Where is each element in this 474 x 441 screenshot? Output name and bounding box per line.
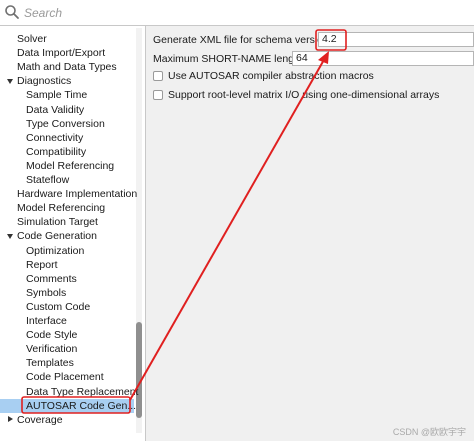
tree-item-selected[interactable]: AUTOSAR Code Gen... — [0, 398, 137, 413]
tree-item[interactable]: Code Generation — [0, 229, 134, 243]
tree-item[interactable]: Compatibility — [0, 145, 134, 159]
tree-item-label: Diagnostics — [17, 75, 72, 88]
matrix-io-checkbox[interactable] — [153, 90, 163, 100]
tree-item[interactable]: Code Placement — [0, 370, 134, 384]
tree-item-label: Solver — [17, 33, 47, 45]
tree-item[interactable]: Diagnostics — [0, 74, 134, 88]
tree-item-label: Stateflow — [26, 174, 70, 186]
tree-item[interactable]: Data Import/Export — [0, 46, 134, 60]
tree-item[interactable]: Data Validity — [0, 103, 134, 117]
settings-panel: Generate XML file for schema version: 4.… — [146, 26, 474, 441]
tree-item[interactable]: Symbols — [0, 286, 134, 300]
category-tree: Solver Data Import/Export Math and Data Ty… — [0, 26, 146, 441]
scrollbar-thumb[interactable] — [136, 322, 142, 418]
tree-item-label: Data Import/Export — [17, 47, 106, 60]
expand-arrow-down-icon[interactable] — [7, 234, 13, 240]
tree-item[interactable]: Math and Data Types — [0, 60, 134, 74]
matrix-io-label: Support root-level matrix I/O using one-… — [168, 89, 440, 101]
tree-item-label: Model Referencing — [17, 202, 106, 215]
schema-version-field[interactable]: 4.2 — [318, 32, 474, 47]
tree-item[interactable]: Stateflow — [0, 173, 134, 187]
tree-item[interactable]: Interface — [0, 314, 134, 328]
tree-item-label: Symbols — [26, 286, 67, 299]
tree-item-label: Report — [26, 258, 58, 271]
tree-item-label: Verification — [26, 343, 78, 356]
tree-item[interactable]: Custom Code — [0, 300, 134, 314]
expand-arrow-down-icon[interactable] — [7, 79, 13, 85]
watermark: CSDN @欧欧宇宇 — [392, 427, 466, 437]
tree-item-label: Math and Data Types — [17, 61, 117, 74]
tree-item-label: AUTOSAR Code Gen... — [26, 399, 137, 412]
tree-item-label: Model Referencing — [26, 159, 115, 172]
search-icon — [5, 5, 19, 19]
tree-item[interactable]: Data Type Replacement — [0, 385, 138, 399]
shortname-length-label: Maximum SHORT-NAME length: — [153, 53, 306, 65]
tree-item[interactable]: Simulation Target — [0, 215, 134, 229]
tree-item[interactable]: Solver — [0, 32, 134, 46]
tree-item-label: Hardware Implementation — [17, 188, 138, 201]
tree-item-label: Code Style — [26, 329, 78, 342]
tree-item-label: Sample Time — [26, 89, 88, 102]
tree-item[interactable]: Model Referencing — [0, 201, 134, 215]
search-bar — [0, 0, 474, 26]
tree-item-label: Compatibility — [26, 145, 87, 158]
tree-item[interactable]: Sample Time — [0, 88, 134, 102]
tree-item-label: Code Placement — [26, 371, 104, 384]
tree-item-label: Data Validity — [26, 103, 85, 116]
tree-item-label: Simulation Target — [17, 216, 98, 229]
search-input[interactable] — [22, 3, 466, 23]
tree-item[interactable]: Verification — [0, 342, 134, 356]
tree-item[interactable]: Coverage — [0, 413, 134, 427]
tree-item-label: Type Conversion — [26, 117, 105, 130]
tree-item-label: Coverage — [17, 413, 63, 426]
compiler-abstraction-checkbox[interactable] — [153, 71, 163, 81]
tree-item-label: Optimization — [26, 244, 85, 257]
tree-item[interactable]: Connectivity — [0, 131, 134, 145]
schema-version-label: Generate XML file for schema version: — [153, 34, 332, 46]
tree-item[interactable]: Report — [0, 258, 134, 272]
tree-item[interactable]: Type Conversion — [0, 117, 134, 131]
tree-item-label: Connectivity — [26, 131, 84, 144]
tree-item[interactable]: Code Style — [0, 328, 134, 342]
tree-item[interactable]: Hardware Implementation — [0, 187, 138, 201]
tree-item-label: Templates — [26, 357, 74, 370]
shortname-length-field[interactable]: 64 — [292, 51, 474, 66]
tree-item-label: Code Generation — [17, 230, 97, 243]
tree-item-label: Data Type Replacement — [26, 385, 139, 398]
tree-item-label: Comments — [26, 272, 77, 285]
tree-item-label: Custom Code — [26, 300, 91, 313]
tree-item[interactable]: Optimization — [0, 244, 134, 258]
compiler-abstraction-label: Use AUTOSAR compiler abstraction macros — [168, 70, 374, 82]
tree-item[interactable]: Templates — [0, 356, 134, 370]
tree-item[interactable]: Comments — [0, 272, 134, 286]
expand-arrow-right-icon[interactable] — [8, 416, 13, 423]
tree-item[interactable]: Model Referencing — [0, 159, 134, 173]
tree-item-label: Interface — [26, 315, 67, 327]
